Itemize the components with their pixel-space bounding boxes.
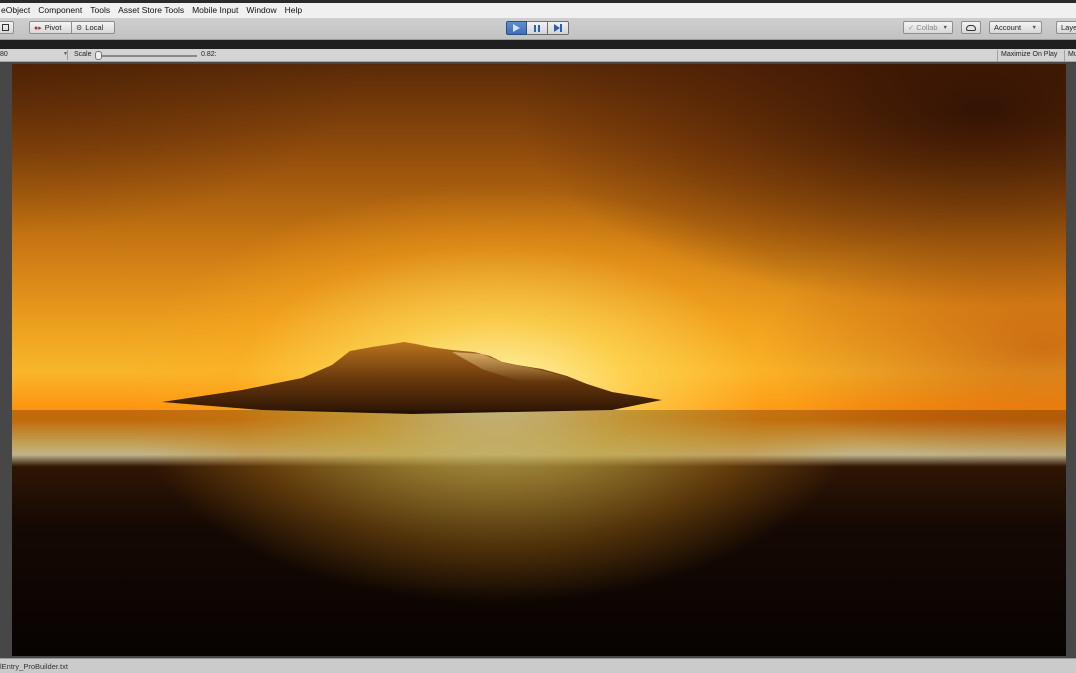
collab-label: Collab bbox=[916, 23, 938, 32]
game-view-render[interactable] bbox=[12, 64, 1066, 656]
local-toggle-button[interactable]: ⚙ Local bbox=[72, 21, 115, 34]
mountain-silhouette bbox=[12, 342, 1066, 656]
menu-help[interactable]: Help bbox=[281, 3, 306, 18]
layers-dropdown[interactable]: Laye bbox=[1056, 21, 1076, 34]
mute-audio-toggle[interactable]: Mu bbox=[1064, 50, 1076, 61]
game-view-toolbar: 80 ▼ Scale 0.82: Maximize On Play Mu bbox=[0, 49, 1076, 62]
menu-tools[interactable]: Tools bbox=[86, 3, 114, 18]
status-message: lEntry_ProBuilder.txt bbox=[0, 662, 68, 671]
pause-icon bbox=[534, 24, 540, 32]
scale-value: 0.82: bbox=[201, 51, 217, 58]
local-label: Local bbox=[85, 23, 104, 32]
pivot-toggle-button[interactable]: ●▸ Pivot bbox=[29, 21, 72, 34]
menu-mobile-input[interactable]: Mobile Input bbox=[188, 3, 242, 18]
pivot-label: Pivot bbox=[44, 23, 62, 32]
scale-slider-thumb[interactable] bbox=[95, 51, 102, 60]
playmode-controls bbox=[506, 21, 569, 35]
scale-slider-track[interactable] bbox=[97, 55, 197, 57]
main-toolbar: ●▸ Pivot ⚙ Local ✓ Collab ▼ Account ▼ La… bbox=[0, 18, 1076, 40]
local-icon: ⚙ bbox=[76, 24, 83, 32]
scale-label: Scale bbox=[74, 51, 92, 58]
menu-asset-store-tools[interactable]: Asset Store Tools bbox=[114, 3, 188, 18]
maximize-on-play-toggle[interactable]: Maximize On Play bbox=[997, 50, 1060, 61]
status-bar: lEntry_ProBuilder.txt bbox=[0, 658, 1076, 673]
divider bbox=[67, 50, 68, 60]
menu-component[interactable]: Component bbox=[34, 3, 86, 18]
layers-label: Laye bbox=[1061, 23, 1076, 32]
pivot-icon: ●▸ bbox=[34, 24, 42, 32]
chevron-down-icon: ▼ bbox=[942, 24, 948, 31]
rect-tool-icon bbox=[1, 24, 9, 31]
menu-bar: eObject Component Tools Asset Store Tool… bbox=[0, 0, 1076, 18]
pause-button[interactable] bbox=[527, 21, 548, 35]
check-icon: ✓ bbox=[908, 23, 915, 32]
chevron-down-icon: ▼ bbox=[1031, 24, 1037, 31]
cloud-icon bbox=[966, 24, 976, 31]
collab-dropdown[interactable]: ✓ Collab ▼ bbox=[903, 21, 953, 34]
play-icon bbox=[513, 24, 520, 32]
play-button[interactable] bbox=[506, 21, 527, 35]
unity-editor-window: eObject Component Tools Asset Store Tool… bbox=[0, 0, 1076, 673]
resolution-dropdown[interactable]: 80 bbox=[0, 51, 8, 58]
rect-tool-button[interactable] bbox=[0, 21, 14, 34]
step-icon bbox=[554, 24, 562, 32]
account-label: Account bbox=[994, 23, 1022, 32]
cloud-services-button[interactable] bbox=[961, 21, 981, 34]
account-dropdown[interactable]: Account ▼ bbox=[989, 21, 1042, 34]
menu-gameobject[interactable]: eObject bbox=[0, 3, 34, 18]
menu-window[interactable]: Window bbox=[242, 3, 280, 18]
step-button[interactable] bbox=[548, 21, 569, 35]
